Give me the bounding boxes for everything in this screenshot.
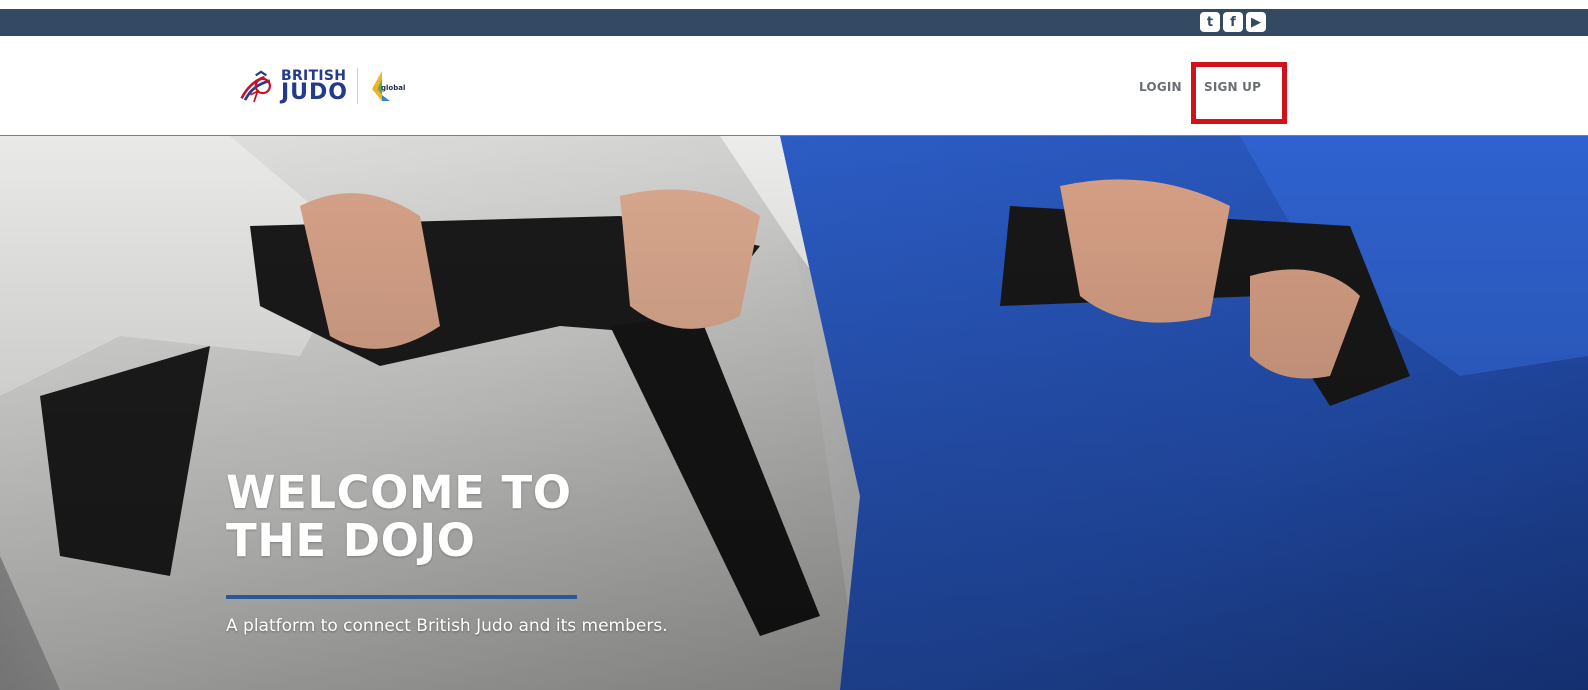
hero-title-line-2: THE DOJO [226, 514, 476, 567]
site-header: BRITISH JUDO global LOGIN SIGN UP [0, 36, 1588, 136]
social-links: t f ▶ [1200, 12, 1266, 32]
hero-title-line-1: WELCOME TO [226, 466, 572, 519]
facebook-icon[interactable]: f [1223, 12, 1243, 32]
hero-divider-rule [226, 595, 577, 599]
hero-subtitle: A platform to connect British Judo and i… [226, 616, 668, 636]
page: t f ▶ BRITISH JUDO global LOGIN SIGN UP … [0, 0, 1588, 690]
hero-background-image [0, 136, 1588, 690]
hero-banner: WELCOME TO THE DOJO A platform to connec… [0, 136, 1588, 690]
login-link[interactable]: LOGIN [1139, 80, 1182, 94]
global-logo-text: global [381, 84, 406, 92]
judoka-logo-icon [240, 70, 272, 103]
logo-line-2: JUDO [280, 79, 348, 105]
hero-title: WELCOME TO THE DOJO [226, 469, 571, 565]
twitter-icon[interactable]: t [1200, 12, 1220, 32]
logo-wordmark: BRITISH JUDO [281, 69, 348, 104]
signup-link[interactable]: SIGN UP [1204, 80, 1261, 94]
logo-divider [357, 68, 358, 104]
social-bar: t f ▶ [0, 9, 1588, 36]
youtube-icon[interactable]: ▶ [1246, 12, 1266, 32]
british-judo-logo[interactable]: BRITISH JUDO [238, 66, 348, 106]
